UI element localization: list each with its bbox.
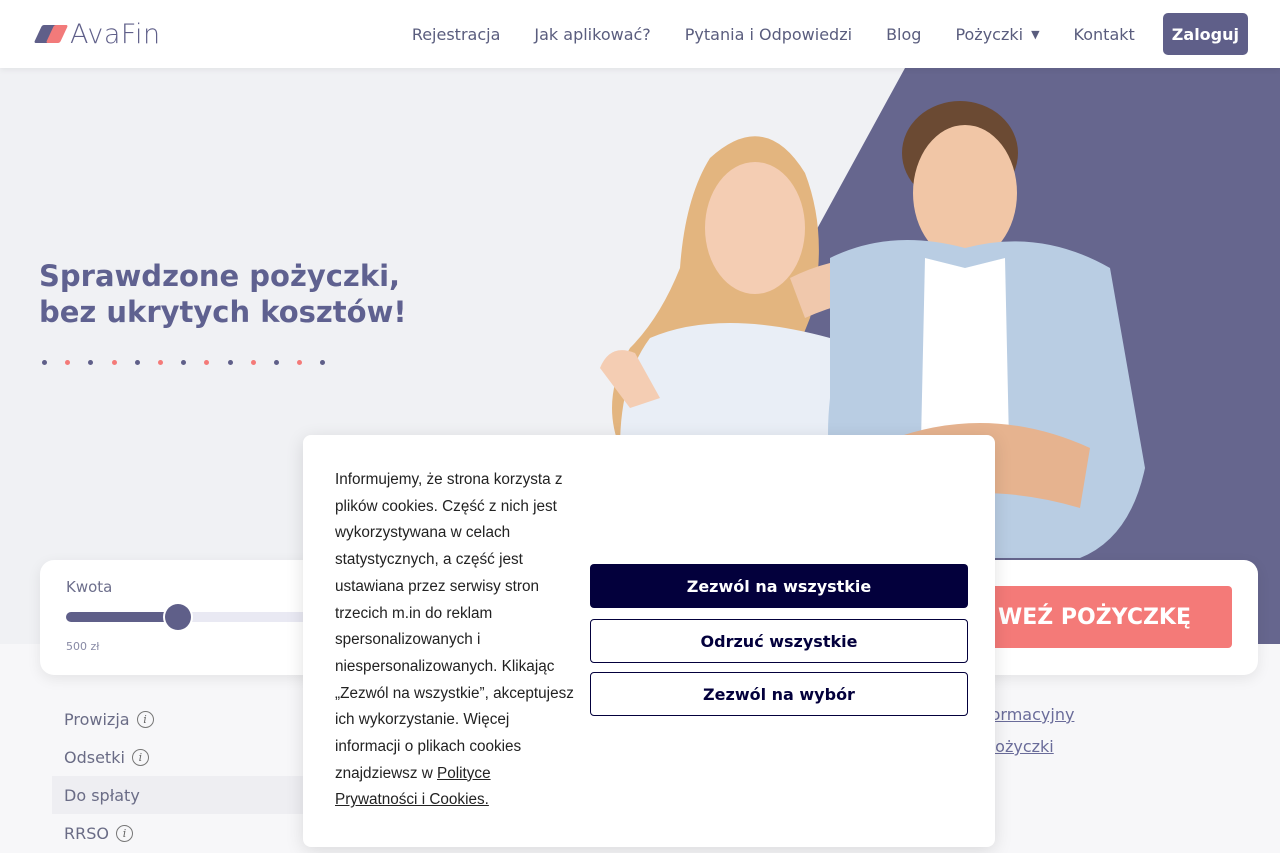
login-button[interactable]: Zaloguj [1162,13,1248,55]
summary-label: RRSO [64,823,109,843]
summary-row-do-splaty: Do spłaty [52,776,312,814]
cookie-consent-dialog: Informujemy, że strona korzysta z plików… [303,435,995,847]
nav-blog[interactable]: Blog [886,25,921,44]
amount-slider-handle[interactable] [165,604,191,630]
info-icon[interactable]: i [131,748,149,766]
summary-row-prowizja: Prowizja i [52,700,312,738]
amount-label: Kwota [66,578,113,596]
decorative-dot [204,360,210,365]
nav-jak-aplikowac[interactable]: Jak aplikować? [534,25,650,44]
take-loan-button[interactable]: WEŹ POŻYCZKĘ [970,586,1232,648]
cookie-message: Informujemy, że strona korzysta z plików… [335,467,575,814]
link-pozyczki[interactable]: pożyczki [985,737,1074,769]
main-nav: Rejestracja Jak aplikować? Pytania i Odp… [378,13,1248,55]
decorative-dot [273,360,279,365]
info-icon[interactable]: i [115,824,133,842]
decorative-dot [42,360,47,365]
hero-title-line1: Sprawdzone pożyczki, [39,259,401,293]
nav-pozyczki-label: Pożyczki [955,24,1024,44]
decorative-dot [134,360,140,365]
info-icon[interactable]: i [136,710,154,728]
decorative-dot [227,360,233,365]
summary-label: Do spłaty [64,785,140,805]
decorative-dot [111,360,117,365]
decorative-dot [157,360,163,365]
logo-mark-icon [33,22,69,46]
decorative-dot [88,360,94,365]
loan-summary: Prowizja i Odsetki i Do spłaty RRSO i [52,700,312,852]
avafin-logo[interactable]: AvaFin [33,18,161,50]
hero-title-line2: bez ukrytych kosztów! [39,295,407,329]
side-links: formacyjny pożyczki [985,705,1074,769]
cookie-message-text: Informujemy, że strona korzysta z plików… [335,471,574,782]
decorative-dot [250,360,256,365]
summary-row-rrso: RRSO i [52,814,312,852]
decorative-dot [297,360,303,365]
link-formularz-informacyjny[interactable]: formacyjny [985,705,1074,737]
nav-pozyczki-dropdown[interactable]: Pożyczki ▼ [955,25,1039,44]
amount-slider-fill [66,612,178,622]
summary-label: Odsetki [64,747,125,767]
nav-pytania[interactable]: Pytania i Odpowiedzi [685,25,852,44]
hero-title: Sprawdzone pożyczki, bez ukrytych kosztó… [39,258,407,330]
summary-label: Prowizja [64,709,130,729]
nav-rejestracja[interactable]: Rejestracja [412,25,501,44]
logo-text: AvaFin [70,18,161,50]
amount-min-value: 500 zł [66,640,100,653]
nav-kontakt[interactable]: Kontakt [1074,25,1135,44]
decorative-dot [181,360,187,365]
allow-selection-button[interactable]: Zezwól na wybór [590,672,968,716]
summary-row-odsetki: Odsetki i [52,738,312,776]
reject-all-button[interactable]: Odrzuć wszystkie [590,619,968,663]
decorative-dot [320,360,326,365]
site-header: AvaFin Rejestracja Jak aplikować? Pytani… [0,0,1280,68]
caret-down-icon: ▼ [1031,27,1040,41]
decorative-dot [65,360,71,365]
allow-all-button[interactable]: Zezwól na wszystkie [590,564,968,608]
decorative-dots [42,360,343,365]
